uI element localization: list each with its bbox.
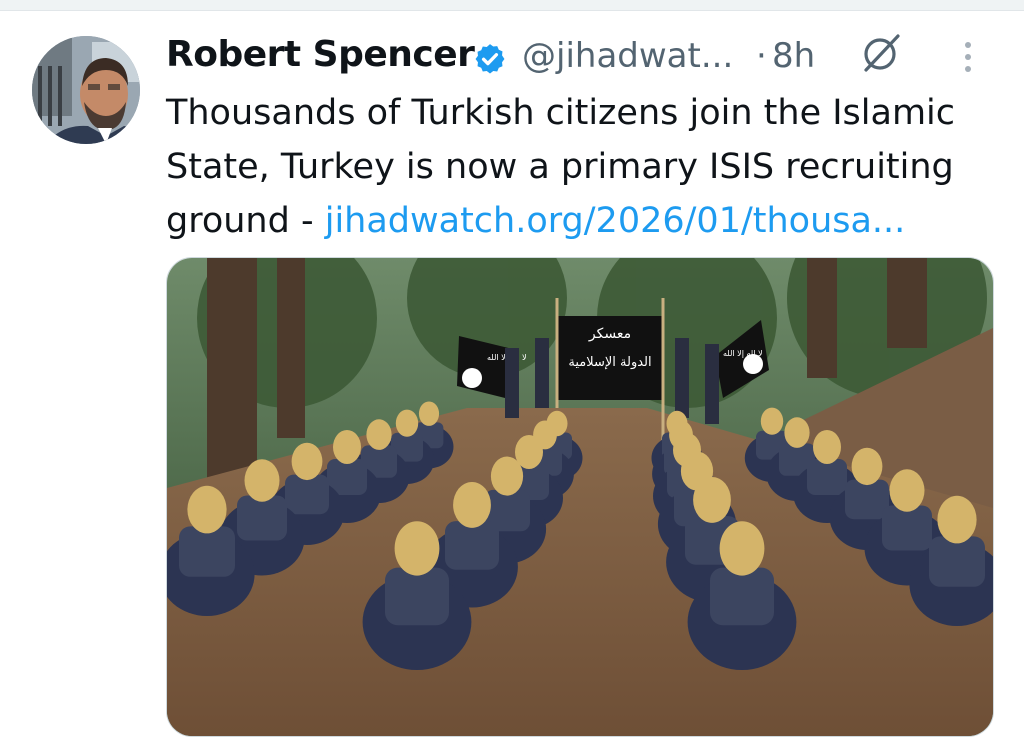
timestamp[interactable]: 8h	[772, 36, 815, 76]
separator-dot: ·	[756, 36, 767, 76]
tweet-text-line-3: ground - jihadwatch.org/2026/01/thousa..…	[166, 194, 1006, 248]
tweet-text-line-1: Thousands of Turkish citizens join the I…	[166, 93, 956, 133]
banner-top-text: معسكر	[588, 326, 631, 342]
verified-badge-icon	[475, 44, 505, 74]
tweet-header: Robert Spencer @jihadwat... · 8h	[166, 30, 1006, 84]
tweet-text-line-2: State, Turkey is now a primary ISIS recr…	[166, 147, 954, 187]
more-vertical-icon[interactable]	[962, 38, 974, 78]
banner-main-text: الدولة الإسلامية	[568, 355, 651, 370]
tweet-link[interactable]: jihadwatch.org/2026/01/thousa...	[325, 201, 906, 241]
avatar[interactable]	[32, 36, 140, 144]
tweet-text: Thousands of Turkish citizens join the I…	[166, 86, 1006, 248]
author-name[interactable]: Robert Spencer	[166, 34, 475, 75]
media-photo: معسكر الدولة الإسلامية ﻻ إله إلا الله ﻻ …	[167, 258, 993, 736]
tweet-text-prefix: ground -	[166, 201, 325, 241]
grok-icon[interactable]	[858, 30, 904, 76]
top-divider	[0, 0, 1024, 11]
author-handle[interactable]: @jihadwat...	[522, 36, 733, 76]
tweet-media[interactable]: معسكر الدولة الإسلامية ﻻ إله إلا الله ﻻ …	[166, 257, 994, 737]
avatar-photo	[32, 36, 140, 144]
right-flag-text: ﻻ إله إلا الله	[723, 349, 763, 359]
